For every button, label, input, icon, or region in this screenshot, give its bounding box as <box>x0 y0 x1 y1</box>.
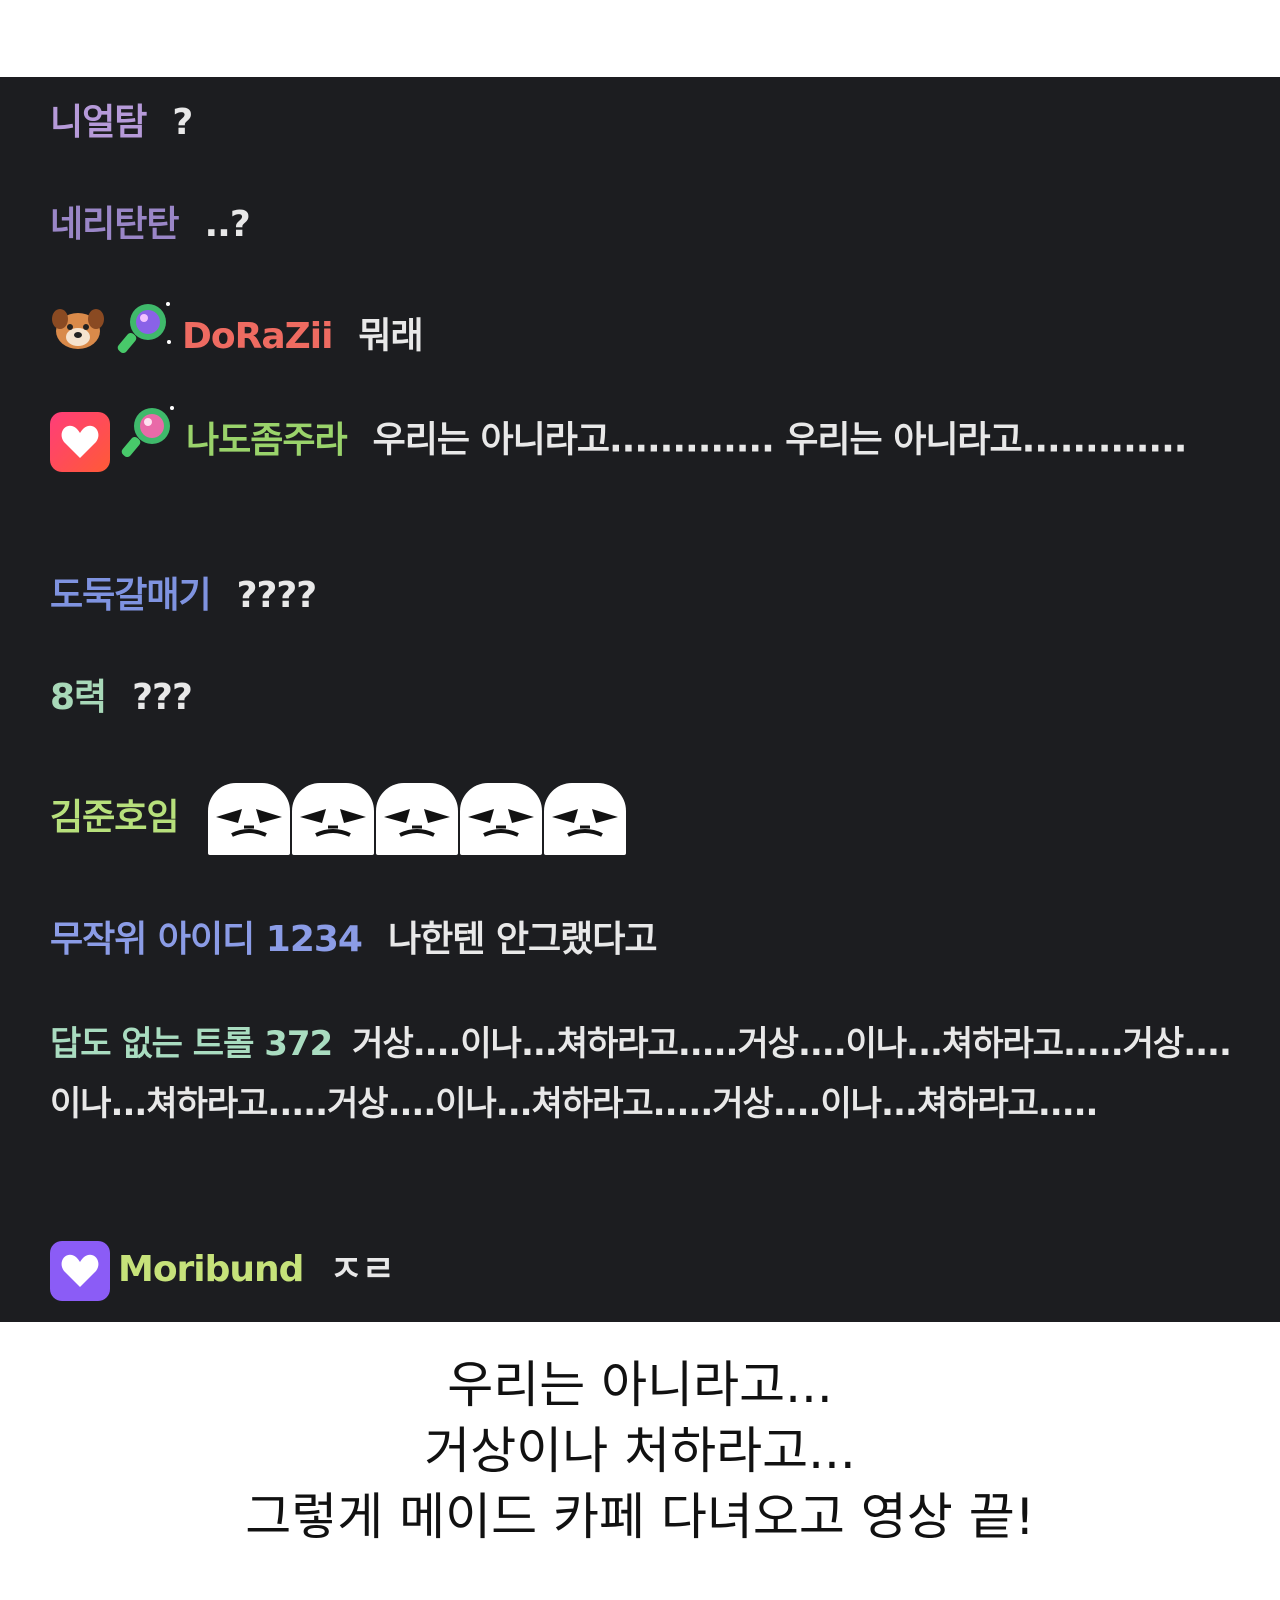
chat-text: ..? <box>204 204 250 245</box>
magnifier-gem-icon <box>114 298 174 377</box>
magnifier-gem-icon <box>118 402 178 481</box>
chat-text: ???? <box>236 575 318 616</box>
chat-text: 우리는 아니라고............. 우리는 아니라고..........… <box>372 419 1188 461</box>
chat-username[interactable]: 무작위 아이디 1234 <box>50 919 363 960</box>
chat-username[interactable]: 김준호임 <box>50 797 179 838</box>
chat-username[interactable]: 니얼탐 <box>50 102 147 143</box>
chat-username[interactable]: 네리탄탄 <box>50 204 179 245</box>
chat-username[interactable]: 나도좀주라 <box>186 420 348 461</box>
chat-message: 나도좀주라 우리는 아니라고............. 우리는 아니라고.....… <box>50 402 1240 481</box>
chat-text: ㅈㄹ <box>329 1249 394 1290</box>
heart-badge-icon <box>50 411 110 472</box>
chat-text: 뭐래 <box>358 315 423 357</box>
chat-message: DoRaZii 뭐래 <box>50 298 1240 377</box>
chat-message: 무작위 아이디 1234 나한텐 안그랬다고 <box>50 910 1240 970</box>
chat-username[interactable]: 답도 없는 트롤 372 <box>50 1024 333 1064</box>
chat-message: 김준호임 <box>50 783 1240 855</box>
chat-username[interactable]: 도둑갈매기 <box>50 575 212 616</box>
pepe-face-emote <box>292 783 375 855</box>
chat-username[interactable]: Moribund <box>118 1249 304 1290</box>
chat-text: ??? <box>132 677 193 718</box>
pepe-face-emote <box>544 783 627 855</box>
chat-message: 답도 없는 트롤 372 거상....이나...쳐하라고.....거상....이나… <box>50 1014 1240 1134</box>
dog-icon <box>50 303 106 372</box>
chat-username[interactable]: 8력 <box>50 677 107 718</box>
pepe-face-emote <box>376 783 459 855</box>
chat-text: 나한텐 안그랬다고 <box>387 919 657 960</box>
caption: 우리는 아니라고... 거상이나 처하라고... 그렇게 메이드 카페 다녀오고… <box>0 1352 1280 1550</box>
pepe-face-emote <box>460 783 543 855</box>
chat-message: 네리탄탄..? <box>50 195 1240 255</box>
caption-line: 그렇게 메이드 카페 다녀오고 영상 끝! <box>245 1488 1035 1546</box>
pepe-face-emote <box>208 783 291 855</box>
heart-badge-icon <box>50 1241 110 1301</box>
caption-line: 우리는 아니라고... <box>447 1356 833 1414</box>
chat-message: 8력??? <box>50 668 1240 728</box>
chat-text: ? <box>172 102 193 143</box>
chat-message: 니얼탐? <box>50 93 1240 153</box>
chat-message: 도둑갈매기???? <box>50 566 1240 626</box>
chat-username[interactable]: DoRaZii <box>182 316 333 357</box>
emote-row <box>208 783 627 855</box>
caption-line: 거상이나 처하라고... <box>424 1422 856 1480</box>
chat-message: Moribund ㅈㄹ <box>50 1240 1240 1301</box>
